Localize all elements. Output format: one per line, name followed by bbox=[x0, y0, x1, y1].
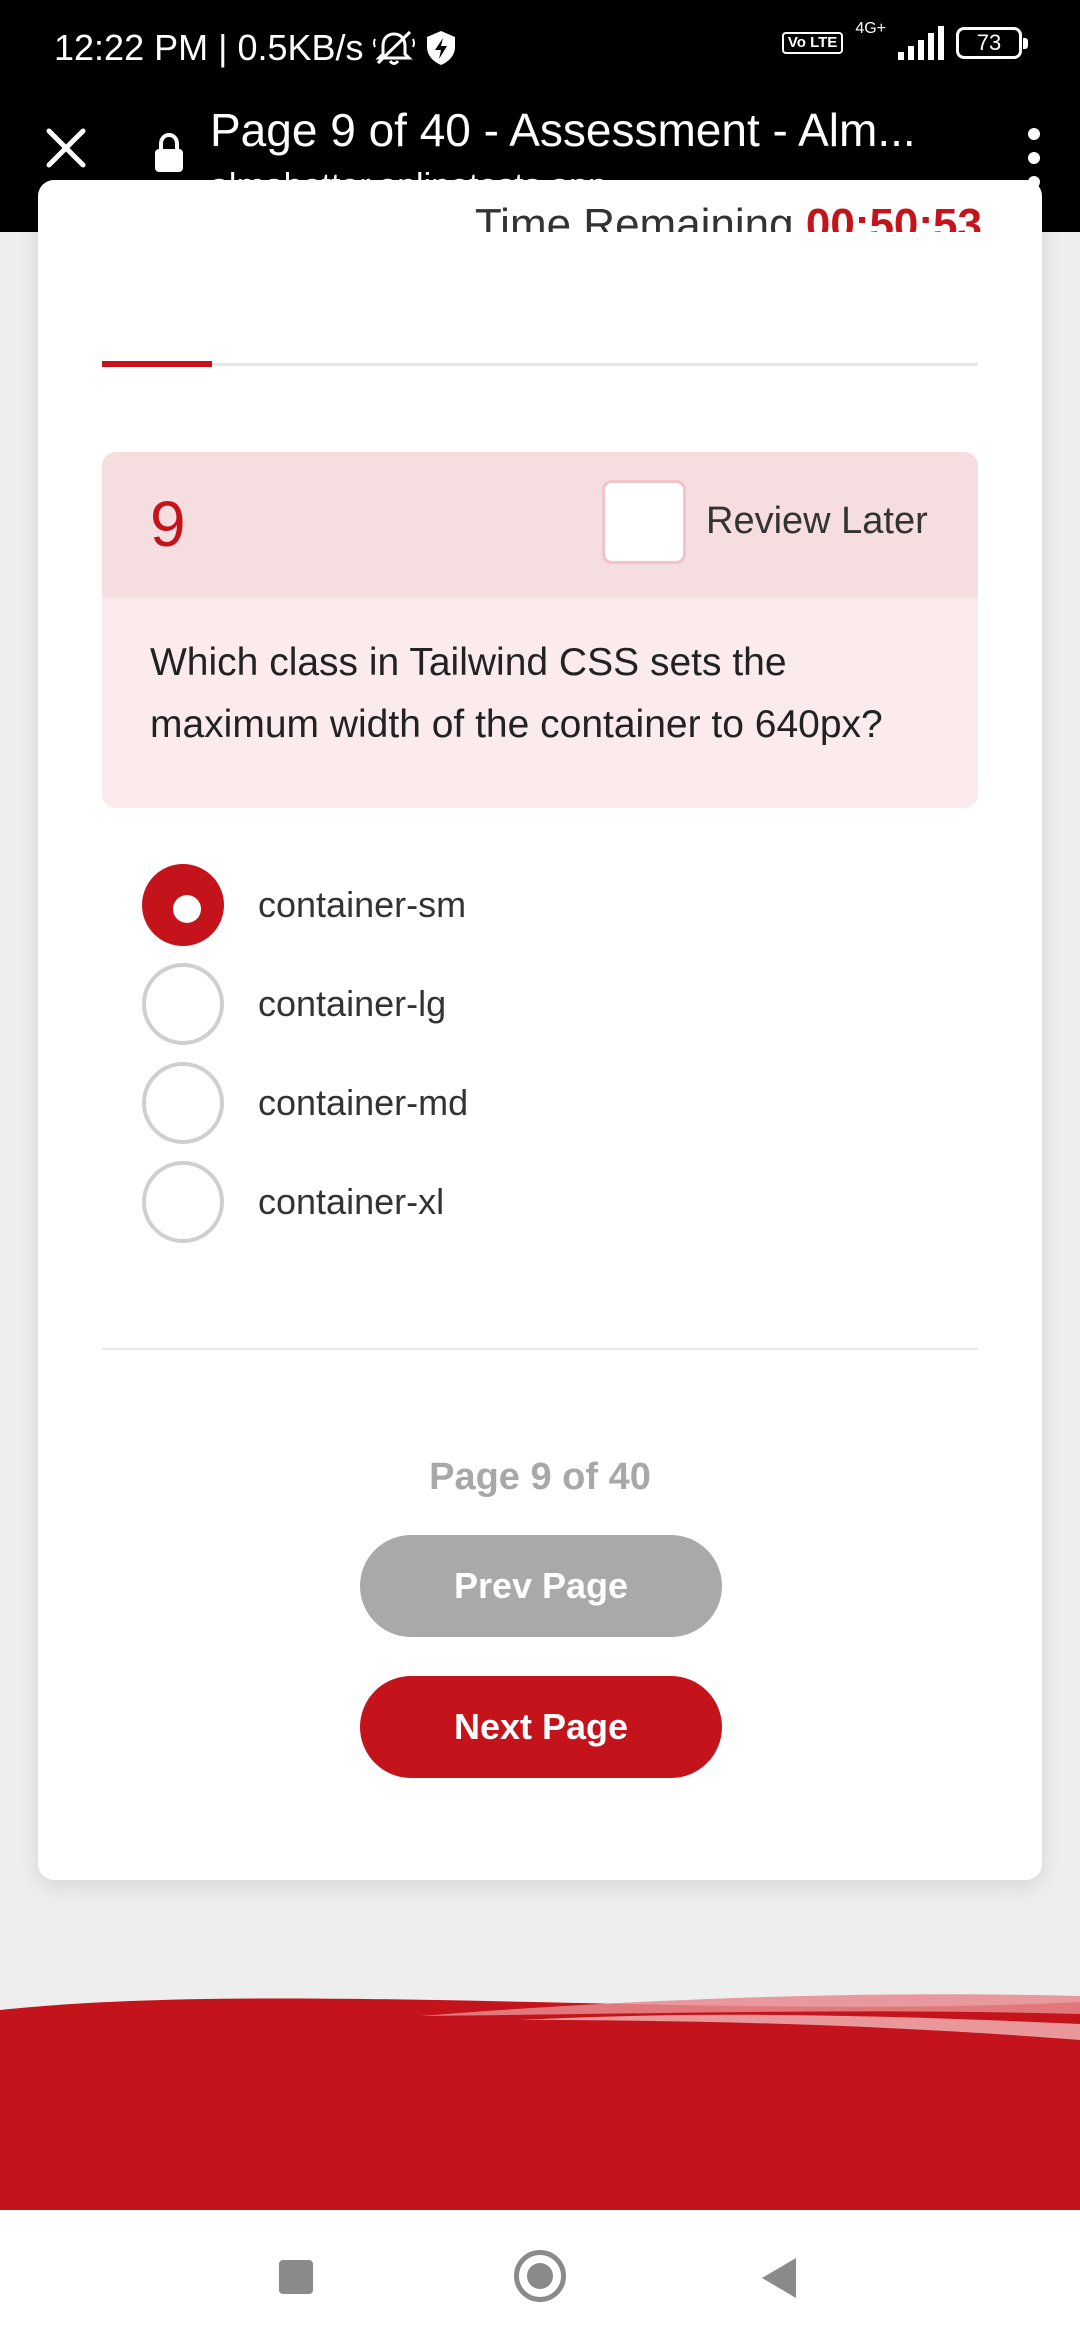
battery-icon: 73 bbox=[956, 27, 1028, 59]
option-label[interactable]: container-sm bbox=[258, 880, 466, 930]
review-later-checkbox[interactable] bbox=[602, 480, 686, 564]
time-remaining-label: Time Remaining bbox=[474, 200, 794, 232]
status-bar: 12:22 PM | 0.5KB/s Vo LTE 4G+ 73 bbox=[0, 0, 1080, 92]
option-row[interactable]: container-sm bbox=[142, 864, 842, 963]
signal-icon bbox=[898, 26, 944, 60]
bell-muted-icon bbox=[372, 29, 416, 67]
shield-bolt-icon bbox=[424, 29, 458, 67]
status-time-speed: 12:22 PM | 0.5KB/s bbox=[54, 27, 364, 68]
question-text: Which class in Tailwind CSS sets the max… bbox=[150, 641, 883, 746]
close-tab-button[interactable] bbox=[40, 122, 92, 174]
back-icon[interactable] bbox=[762, 2258, 796, 2298]
time-remaining: Time Remaining 00:50:53 bbox=[475, 200, 982, 232]
network-type-label: 4G+ bbox=[855, 20, 886, 37]
option-label[interactable]: container-lg bbox=[258, 979, 446, 1029]
prev-page-button[interactable]: Prev Page bbox=[360, 1535, 722, 1637]
page-title[interactable]: Page 9 of 40 - Assessment - Alm... bbox=[210, 102, 916, 158]
progress-bar bbox=[102, 361, 978, 367]
radio-button[interactable] bbox=[142, 1062, 224, 1144]
question-number: 9 bbox=[150, 488, 186, 560]
system-nav-bar bbox=[0, 2210, 1080, 2340]
timer-row: Time Remaining 00:50:53 bbox=[38, 180, 1042, 232]
divider bbox=[102, 1348, 978, 1350]
recent-apps-icon[interactable] bbox=[279, 2260, 313, 2294]
answer-options: container-sm container-lg container-md c… bbox=[142, 864, 842, 1260]
option-label[interactable]: container-xl bbox=[258, 1177, 444, 1227]
radio-button[interactable] bbox=[142, 864, 224, 946]
page-indicator: Page 9 of 40 bbox=[429, 1456, 651, 1498]
battery-level: 73 bbox=[976, 30, 1002, 55]
more-vert-icon[interactable] bbox=[1016, 128, 1052, 188]
home-icon[interactable] bbox=[514, 2250, 566, 2302]
option-label[interactable]: container-md bbox=[258, 1078, 468, 1128]
radio-button[interactable] bbox=[142, 963, 224, 1045]
next-page-button[interactable]: Next Page bbox=[360, 1676, 722, 1778]
question-box: 9 Review Later Which class in Tailwind C… bbox=[102, 452, 978, 808]
question-header: 9 Review Later bbox=[102, 452, 978, 598]
progress-fill bbox=[102, 361, 212, 367]
footer-wave bbox=[0, 1990, 1080, 2210]
time-remaining-value: 00:50:53 bbox=[805, 200, 982, 232]
volte-badge: Vo LTE bbox=[781, 32, 844, 54]
option-row[interactable]: container-md bbox=[142, 1062, 842, 1161]
lock-icon[interactable] bbox=[152, 132, 186, 179]
option-row[interactable]: container-lg bbox=[142, 963, 842, 1062]
assessment-card: Time Remaining 00:50:53 9 Review Later W… bbox=[38, 180, 1042, 1880]
close-icon bbox=[46, 128, 86, 168]
review-later-label[interactable]: Review Later bbox=[706, 496, 928, 546]
option-row[interactable]: container-xl bbox=[142, 1161, 842, 1260]
radio-button[interactable] bbox=[142, 1161, 224, 1243]
